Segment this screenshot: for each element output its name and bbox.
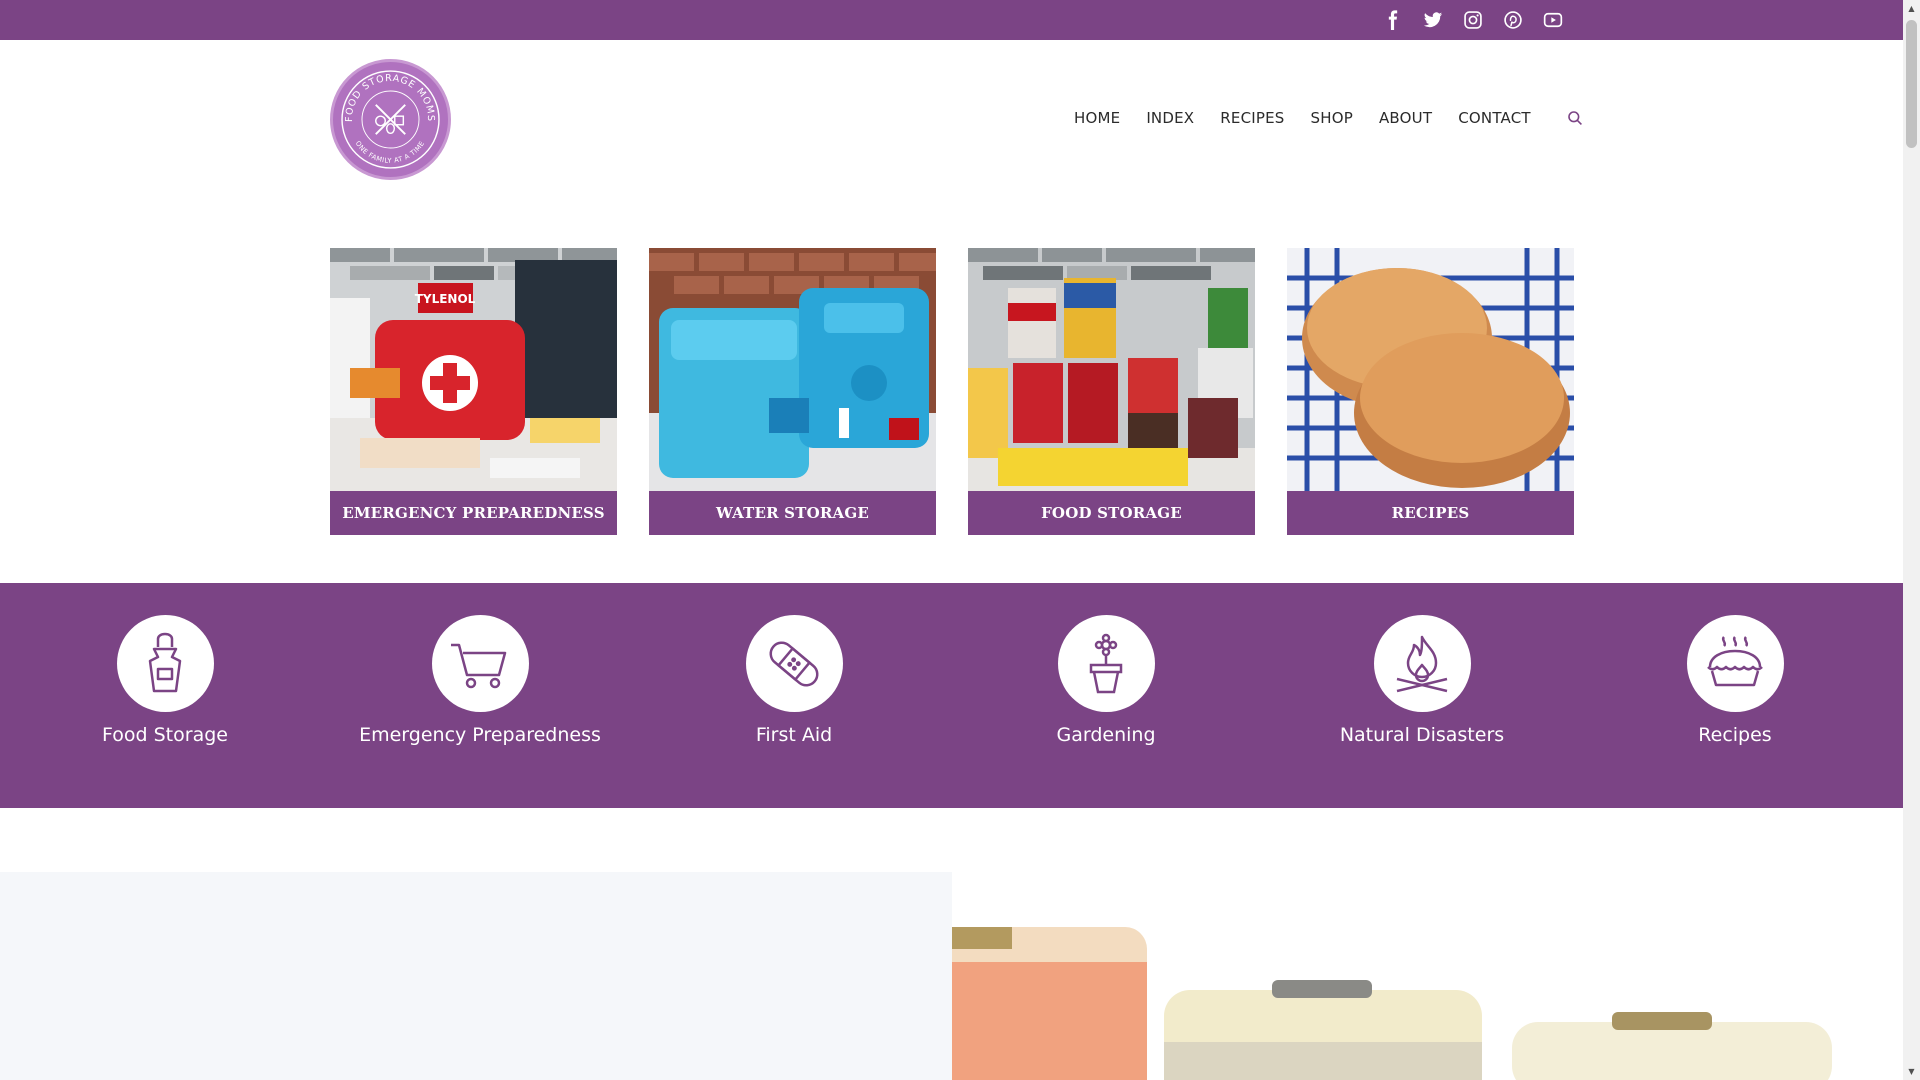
nav-shop[interactable]: SHOP [1311, 109, 1353, 127]
nav-index[interactable]: INDEX [1146, 109, 1194, 127]
facebook-icon[interactable] [1381, 8, 1405, 32]
band-item-emergency-preparedness[interactable]: Emergency Preparedness [330, 615, 630, 746]
youtube-icon[interactable] [1541, 8, 1565, 32]
bandage-icon [745, 615, 843, 712]
band-item-first-aid[interactable]: First Aid [644, 615, 944, 746]
main-nav: HOME INDEX RECIPES SHOP ABOUT CONTACT [1074, 108, 1585, 128]
card-label: RECIPES [1287, 491, 1574, 535]
scroll-thumb[interactable] [1906, 20, 1917, 148]
band-label: Natural Disasters [1339, 724, 1505, 746]
flower-pot-icon [1057, 615, 1155, 712]
band-label: Emergency Preparedness [359, 724, 601, 746]
social-links [1381, 8, 1565, 32]
shopping-cart-icon [431, 615, 529, 712]
bread-loaves-image [1287, 248, 1574, 491]
band-label: Recipes [1698, 724, 1772, 746]
card-emergency-preparedness[interactable]: TYLENOL EMERGENCY PREPAREDNESS [330, 248, 617, 535]
instagram-icon[interactable] [1461, 8, 1485, 32]
card-label: FOOD STORAGE [968, 491, 1255, 535]
nav-contact[interactable]: CONTACT [1458, 109, 1531, 127]
pinterest-icon[interactable] [1501, 8, 1525, 32]
card-label: WATER STORAGE [649, 491, 936, 535]
search-icon[interactable] [1565, 108, 1585, 128]
card-label: EMERGENCY PREPAREDNESS [330, 491, 617, 535]
first-aid-kit-image: TYLENOL [330, 248, 617, 491]
band-item-food-storage[interactable]: Food Storage [15, 615, 315, 746]
band-label: Gardening [1056, 724, 1156, 746]
band-item-gardening[interactable]: Gardening [956, 615, 1256, 746]
category-cards: TYLENOL EMERGENCY PREPAREDNESS WATER STO… [330, 248, 1574, 535]
storage-containers-image [952, 872, 1888, 1080]
canned-goods-image [968, 248, 1255, 491]
card-food-storage[interactable]: FOOD STORAGE [968, 248, 1255, 535]
scroll-down-icon[interactable]: ▼ [1903, 1063, 1920, 1080]
band-item-natural-disasters[interactable]: Natural Disasters [1272, 615, 1572, 746]
svg-text:TYLENOL: TYLENOL [415, 292, 476, 306]
water-containers-image [649, 248, 936, 491]
band-item-recipes[interactable]: Recipes [1585, 615, 1885, 746]
nav-home[interactable]: HOME [1074, 109, 1120, 127]
fire-icon [1373, 615, 1471, 712]
category-icon-band: Food Storage Emergency Preparedness Firs… [0, 583, 1903, 808]
svg-text:FOOD STORAGE MOMS: FOOD STORAGE MOMS [344, 73, 436, 122]
pie-icon [1686, 615, 1784, 712]
logo-top-text: FOOD STORAGE MOMS [344, 73, 435, 122]
band-label: Food Storage [102, 724, 228, 746]
page-scrollbar[interactable]: ▲ ▼ [1903, 0, 1920, 1080]
card-water-storage[interactable]: WATER STORAGE [649, 248, 936, 535]
band-label: First Aid [755, 724, 833, 746]
nav-recipes[interactable]: RECIPES [1220, 109, 1284, 127]
site-logo[interactable]: FOOD STORAGE MOMS ONE FAMILY AT A TIME [330, 59, 451, 180]
scroll-up-icon[interactable]: ▲ [1903, 0, 1920, 17]
card-recipes[interactable]: RECIPES [1287, 248, 1574, 535]
hero-text-panel [0, 872, 952, 1080]
top-bar [0, 0, 1903, 40]
nav-about[interactable]: ABOUT [1379, 109, 1432, 127]
apron-icon [116, 615, 214, 712]
twitter-icon[interactable] [1421, 8, 1445, 32]
